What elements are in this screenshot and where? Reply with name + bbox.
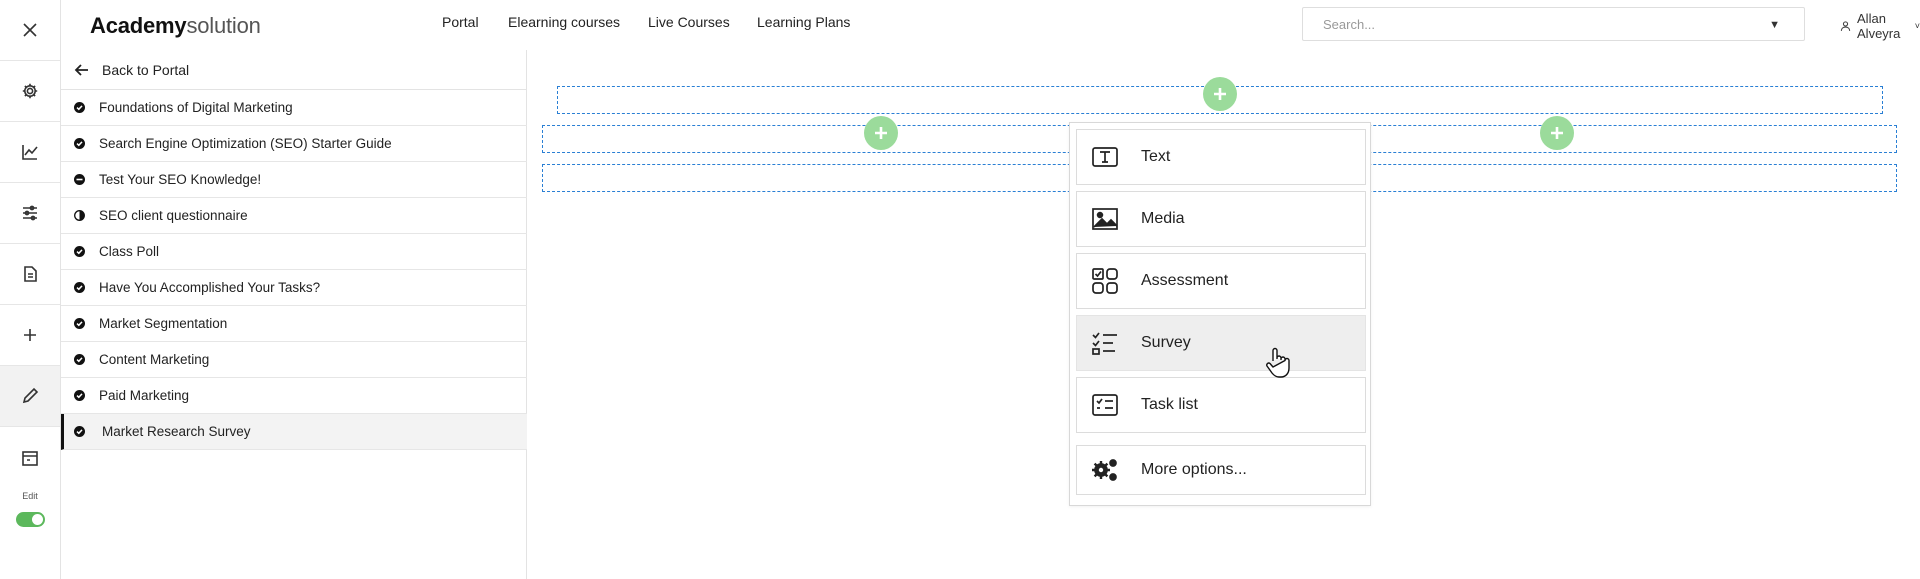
- menu-option-more-options[interactable]: More options...: [1076, 445, 1366, 495]
- sidebar-item-label: SEO client questionnaire: [99, 208, 248, 223]
- nav-portal[interactable]: Portal: [442, 14, 479, 30]
- completed-status-icon: [74, 354, 85, 365]
- sidebar-item[interactable]: Paid Marketing: [61, 378, 527, 414]
- sidebar-item[interactable]: Have You Accomplished Your Tasks?: [61, 270, 527, 306]
- course-outline: Back to Portal Foundations of Digital Ma…: [61, 50, 527, 579]
- reports-button[interactable]: [0, 122, 60, 183]
- sidebar-item[interactable]: Market Research Survey: [61, 414, 527, 450]
- sidebar-item-label: Class Poll: [99, 244, 160, 259]
- document-icon: [24, 266, 37, 282]
- plus-icon: [875, 127, 887, 139]
- search-input[interactable]: [1323, 17, 1743, 32]
- menu-option-assessment[interactable]: Assessment: [1076, 253, 1366, 309]
- user-name: Allan Alveyra: [1857, 11, 1901, 41]
- close-icon: [23, 23, 37, 37]
- in-progress-status-icon: [74, 210, 85, 221]
- completed-status-icon: [74, 282, 85, 293]
- sidebar-item[interactable]: Foundations of Digital Marketing: [61, 90, 527, 126]
- edit-content-button[interactable]: [0, 366, 60, 427]
- user-icon: [1840, 21, 1851, 31]
- plus-icon: [1214, 88, 1226, 100]
- completed-status-icon: [74, 138, 85, 149]
- gears-icon: [1092, 459, 1117, 481]
- sidebar-item[interactable]: Class Poll: [61, 234, 527, 270]
- add-block-button[interactable]: [864, 116, 898, 150]
- plus-icon: [1551, 127, 1563, 139]
- filters-button[interactable]: [0, 183, 60, 244]
- nav-live-courses[interactable]: Live Courses: [648, 14, 730, 30]
- sidebar-item-label: Test Your SEO Knowledge!: [99, 172, 262, 187]
- left-rail: Edit: [0, 0, 61, 579]
- menu-option-task-list[interactable]: Task list: [1076, 377, 1366, 433]
- image-icon: [1092, 208, 1118, 230]
- completed-status-icon: [74, 390, 85, 401]
- nav-learning-plans[interactable]: Learning Plans: [757, 14, 850, 30]
- sidebar-item-label: Market Research Survey: [102, 424, 251, 439]
- pen-icon: [22, 387, 39, 404]
- text-icon: [1092, 147, 1118, 167]
- sidebar-item[interactable]: Test Your SEO Knowledge!: [61, 162, 527, 198]
- menu-option-text[interactable]: Text: [1076, 129, 1366, 185]
- sidebar-item[interactable]: Market Segmentation: [61, 306, 527, 342]
- edit-label: Edit: [22, 491, 38, 501]
- sidebar-item-label: Market Segmentation: [99, 316, 228, 331]
- hand-cursor-icon: [1266, 347, 1290, 378]
- settings-icon: [22, 83, 38, 99]
- app-logo[interactable]: Academysolution: [90, 13, 261, 39]
- sidebar-item[interactable]: SEO client questionnaire: [61, 198, 527, 234]
- sidebar-item-label: Content Marketing: [99, 352, 210, 367]
- settings-button[interactable]: [0, 61, 60, 122]
- add-block-button[interactable]: [1203, 77, 1237, 111]
- completed-status-icon: [74, 102, 85, 113]
- chart-icon: [22, 145, 38, 160]
- plus-icon: [24, 329, 36, 341]
- task-list-icon: [1092, 394, 1118, 416]
- nav-elearning-courses[interactable]: Elearning courses: [508, 14, 620, 30]
- dropdown-caret-icon[interactable]: ▼: [1769, 19, 1780, 31]
- sidebar-item[interactable]: Content Marketing: [61, 342, 527, 378]
- menu-option-survey[interactable]: Survey: [1076, 315, 1366, 371]
- add-block-button[interactable]: [1540, 116, 1574, 150]
- completed-status-icon: [74, 246, 85, 257]
- document-button[interactable]: [0, 244, 60, 305]
- search-box[interactable]: ▼: [1302, 7, 1805, 41]
- sliders-icon: [23, 205, 37, 221]
- blocked-status-icon: [74, 174, 85, 185]
- sidebar-item-label: Paid Marketing: [99, 388, 190, 403]
- assessment-icon: [1092, 268, 1118, 294]
- completed-status-icon: [74, 318, 85, 329]
- calendar-button[interactable]: [0, 427, 60, 488]
- sidebar-item-label: Search Engine Optimization (SEO) Starter…: [99, 136, 392, 151]
- menu-option-media[interactable]: Media: [1076, 191, 1366, 247]
- sidebar-item-label: Have You Accomplished Your Tasks?: [99, 280, 321, 295]
- sidebar-item[interactable]: Search Engine Optimization (SEO) Starter…: [61, 126, 527, 162]
- edit-toggle[interactable]: [16, 512, 45, 527]
- top-header: Academysolution Portal Elearning courses…: [61, 0, 1920, 50]
- arrow-left-icon: [74, 63, 88, 76]
- user-menu[interactable]: Allan Alveyra ˅: [1840, 11, 1920, 41]
- add-button[interactable]: [0, 305, 60, 366]
- close-button[interactable]: [0, 0, 60, 61]
- survey-icon: [1092, 332, 1117, 355]
- completed-status-icon: [74, 426, 85, 437]
- back-to-portal[interactable]: Back to Portal: [61, 50, 527, 90]
- add-block-menu: Text Media Assessment Survey Task list M…: [1069, 122, 1371, 506]
- calendar-icon: [22, 450, 38, 466]
- sidebar-item-label: Foundations of Digital Marketing: [99, 100, 293, 115]
- chevron-down-icon: ˅: [1914, 21, 1920, 31]
